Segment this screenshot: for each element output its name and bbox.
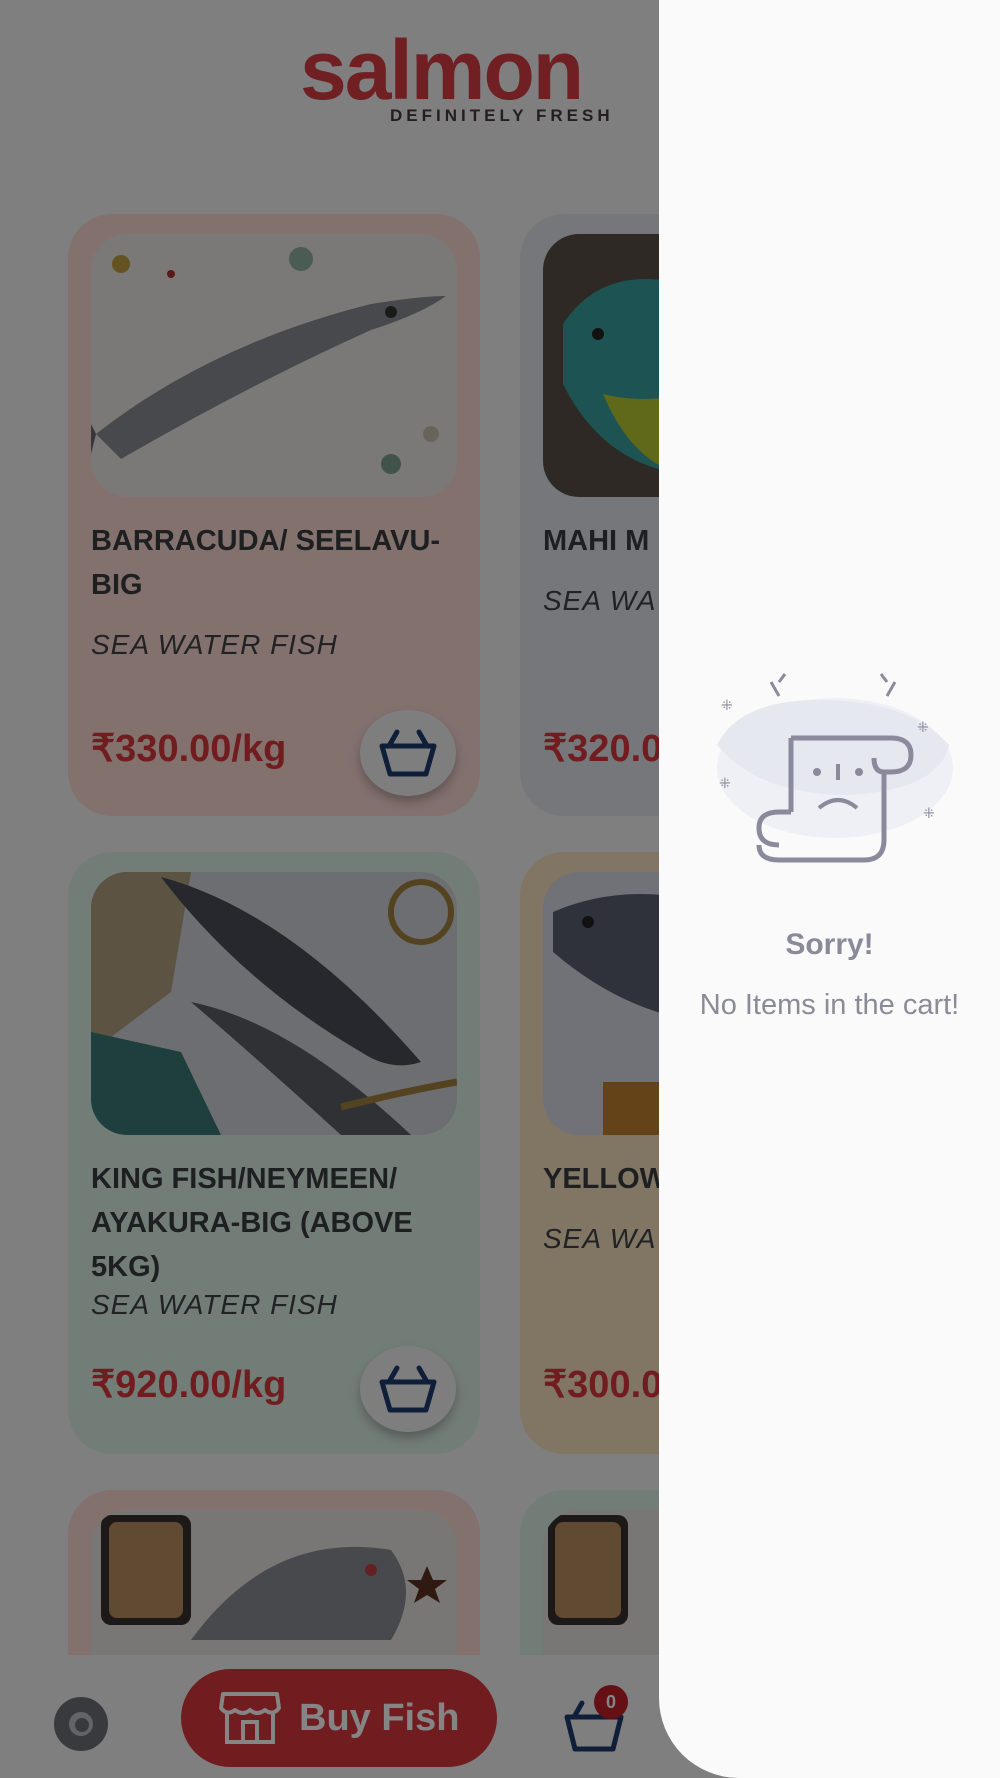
sad-scroll-icon: ⁜ ⁜ ⁜ ⁜ [717,673,953,863]
cart-drawer: ⁜ ⁜ ⁜ ⁜ Sorry! No Items in the cart! [659,0,1000,1778]
empty-cart-message: No Items in the cart! [699,989,960,1021]
empty-cart-illustration: ⁜ ⁜ ⁜ ⁜ [699,660,967,880]
svg-text:⁜: ⁜ [917,720,929,736]
app-screen: salmon DEFINITELY FRESH BARRACUDA/ SEELA… [0,0,1000,1778]
svg-text:⁜: ⁜ [923,806,935,822]
svg-text:⁜: ⁜ [719,776,731,792]
svg-text:⁜: ⁜ [721,698,733,714]
empty-cart-title: Sorry! [785,928,874,961]
